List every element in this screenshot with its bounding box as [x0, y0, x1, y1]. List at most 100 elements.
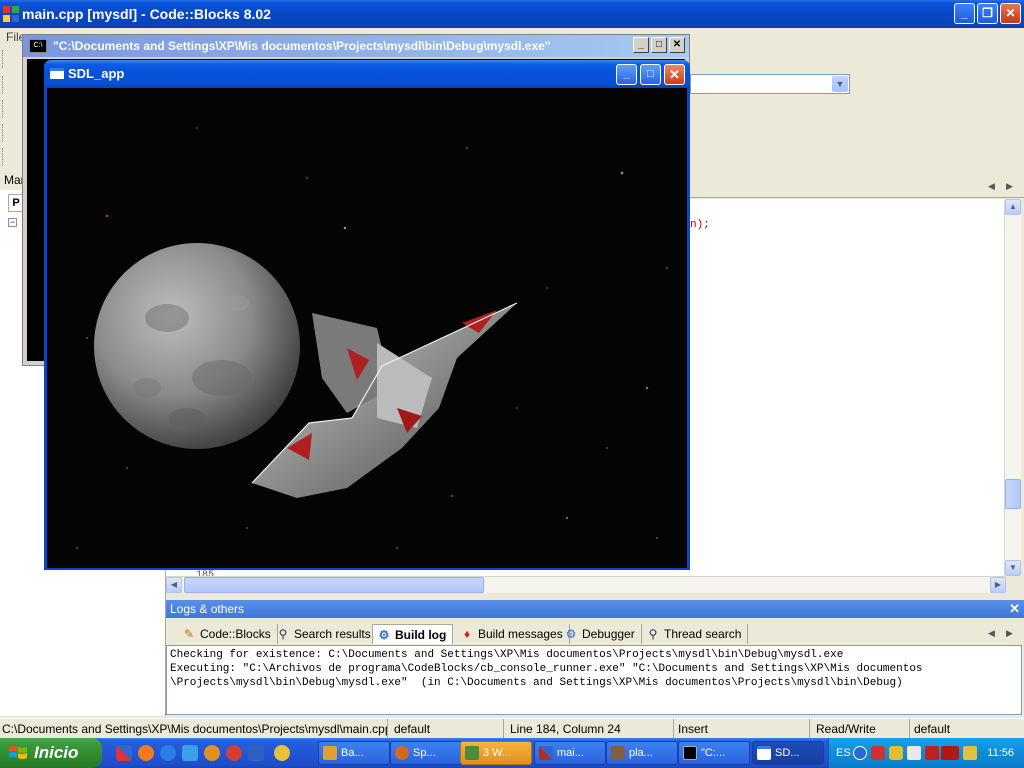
- player-launch-icon[interactable]: [274, 745, 290, 761]
- tab-scroll-left-icon[interactable]: ◀: [988, 628, 995, 639]
- ide-close-button[interactable]: ✕: [1000, 3, 1021, 24]
- window-icon: [757, 746, 771, 760]
- chevron-down-icon[interactable]: ▼: [832, 76, 848, 92]
- task-button[interactable]: "C:...: [678, 741, 750, 765]
- tab-thread-search[interactable]: ⚲ Thread search: [642, 624, 749, 644]
- tab-label: Build messages: [478, 627, 563, 641]
- scroll-thumb[interactable]: [1005, 479, 1021, 509]
- tab-label: Debugger: [582, 627, 635, 641]
- console-close-button[interactable]: ✕: [669, 37, 685, 53]
- tab-scroll-right-icon[interactable]: ▶: [1006, 181, 1013, 192]
- task-group-button[interactable]: 3 W...: [460, 741, 532, 765]
- start-button[interactable]: Inicio: [0, 738, 102, 768]
- tab-debugger[interactable]: ⚙ Debugger: [560, 624, 642, 644]
- console-maximize-button[interactable]: □: [651, 37, 667, 53]
- log-line: Executing: "C:\Archivos de programa\Code…: [170, 663, 923, 675]
- tray-app-icon[interactable]: [963, 746, 977, 760]
- scroll-up-icon[interactable]: ▲: [1005, 199, 1021, 215]
- console-title: "C:\Documents and Settings\XP\Mis docume…: [53, 39, 551, 53]
- toolbar-grip[interactable]: [2, 124, 6, 142]
- windows-group-icon: [465, 746, 479, 760]
- logs-tab-bar: ✎ Code::Blocks ⚲ Search results ⚙ Build …: [166, 622, 1024, 644]
- tree-collapse-icon[interactable]: −: [8, 218, 17, 227]
- network-disconnected-icon[interactable]: [925, 746, 939, 760]
- task-button[interactable]: Sp...: [390, 741, 462, 765]
- app-icon: [611, 746, 625, 760]
- editor-horizontal-scrollbar[interactable]: ◀ ▶: [166, 576, 1006, 593]
- tab-label: Search results: [294, 627, 371, 641]
- tab-label: Code::Blocks: [200, 627, 271, 641]
- browser-launch-icon[interactable]: [204, 745, 220, 761]
- scroll-right-icon[interactable]: ▶: [990, 577, 1006, 593]
- status-edit-mode: Insert: [676, 719, 810, 739]
- task-button[interactable]: pla...: [606, 741, 678, 765]
- ie-launch-icon[interactable]: [160, 745, 176, 761]
- firefox-launch-icon[interactable]: [138, 745, 154, 761]
- status-file-path: C:\Documents and Settings\XP\Mis documen…: [0, 719, 388, 739]
- firefox-icon: [395, 746, 409, 760]
- magnifier-icon: ⚲: [278, 627, 288, 641]
- log-line: Checking for existence: C:\Documents and…: [170, 649, 844, 661]
- security-icon[interactable]: [889, 746, 903, 760]
- close-icon[interactable]: ✕: [1009, 600, 1020, 618]
- tab-build-messages[interactable]: ♦ Build messages: [456, 624, 570, 644]
- tab-codeblocks[interactable]: ✎ Code::Blocks: [178, 624, 278, 644]
- task-button[interactable]: SD...: [752, 741, 824, 765]
- app-launch-icon[interactable]: [226, 745, 242, 761]
- tab-label: Build log: [395, 628, 447, 642]
- codeblocks-launch-icon[interactable]: [116, 745, 132, 761]
- language-indicator[interactable]: ES: [836, 738, 851, 768]
- task-label: 3 W...: [483, 747, 512, 759]
- ide-restore-button[interactable]: ❐: [977, 3, 998, 24]
- editor-vertical-scrollbar[interactable]: ▲ ▼: [1004, 199, 1021, 576]
- toolbar-grip[interactable]: [2, 100, 6, 118]
- sdl-close-button[interactable]: ✕: [664, 64, 685, 85]
- start-label: Inicio: [34, 743, 79, 762]
- tab-scroll-right-icon[interactable]: ▶: [1006, 628, 1013, 639]
- folder-icon: [323, 746, 337, 760]
- task-label: pla...: [629, 747, 653, 759]
- media-launch-icon[interactable]: [182, 745, 198, 761]
- sdl-window[interactable]: SDL_app _ □ ✕: [44, 60, 690, 570]
- shield-icon[interactable]: [871, 746, 885, 760]
- tab-search-results[interactable]: ⚲ Search results: [272, 624, 378, 644]
- app-launch-icon[interactable]: [248, 745, 264, 761]
- console-minimize-button[interactable]: _: [633, 37, 649, 53]
- ide-minimize-button[interactable]: _: [954, 3, 975, 24]
- windows-logo-icon: [9, 746, 27, 759]
- task-label: Ba...: [341, 747, 364, 759]
- tab-build-log[interactable]: ⚙ Build log: [372, 624, 454, 644]
- pin-icon: ♦: [463, 627, 471, 641]
- build-log-output[interactable]: Checking for existence: C:\Documents and…: [166, 645, 1022, 715]
- status-lexer: default: [914, 722, 951, 736]
- network-icon[interactable]: [907, 746, 921, 760]
- sdl-minimize-button[interactable]: _: [616, 64, 637, 85]
- ati-icon[interactable]: [941, 746, 959, 760]
- clock[interactable]: 11:56: [987, 738, 1014, 768]
- toolbar-grip[interactable]: [2, 148, 6, 166]
- build-target-select[interactable]: ▼: [690, 74, 850, 94]
- status-encoding: default: [392, 719, 504, 739]
- scroll-down-icon[interactable]: ▼: [1005, 560, 1021, 576]
- console-title-bar[interactable]: C:\ "C:\Documents and Settings\XP\Mis do…: [23, 35, 689, 57]
- scroll-thumb[interactable]: [184, 577, 484, 593]
- codeblocks-icon: [3, 6, 19, 22]
- sdl-maximize-button[interactable]: □: [640, 64, 661, 85]
- ide-title-bar[interactable]: main.cpp [mysdl] - Code::Blocks 8.02: [0, 0, 1024, 28]
- task-button[interactable]: mai...: [534, 741, 606, 765]
- tab-scroll-left-icon[interactable]: ◀: [988, 181, 995, 192]
- code-text: n);: [690, 219, 710, 231]
- toolbar-grip[interactable]: [2, 76, 6, 94]
- toolbar-grip[interactable]: [2, 50, 6, 68]
- pencil-icon: ✎: [183, 627, 195, 641]
- scroll-left-icon[interactable]: ◀: [166, 577, 182, 593]
- sdl-title-bar[interactable]: SDL_app: [44, 60, 690, 88]
- status-access: Read/Write: [814, 719, 910, 739]
- sdl-render-canvas[interactable]: [47, 88, 687, 568]
- task-label: SD...: [775, 747, 800, 759]
- status-bar: C:\Documents and Settings\XP\Mis documen…: [0, 718, 1024, 739]
- task-label: mai...: [557, 747, 584, 759]
- task-button[interactable]: Ba...: [318, 741, 390, 765]
- back-arrow-icon[interactable]: [853, 746, 867, 760]
- space-scene: [47, 88, 687, 568]
